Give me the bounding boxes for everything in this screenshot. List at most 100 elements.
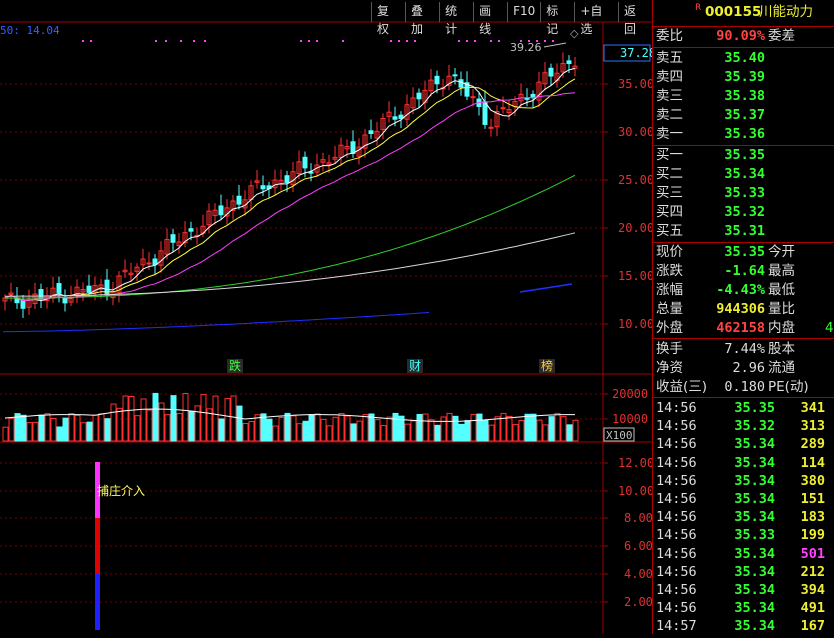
toolbar-overlay-button[interactable]: 叠加 xyxy=(405,2,439,36)
volume-bar xyxy=(332,416,339,442)
tick-price: 35.34 xyxy=(734,436,775,453)
current-price-tag: 37.28 xyxy=(620,46,652,60)
tick-row: 14:57 35.34 167 xyxy=(653,617,834,634)
volume-bar xyxy=(386,416,393,442)
stat2-value: 7.44% xyxy=(724,341,765,357)
volume-bar xyxy=(266,418,273,442)
volume-bar xyxy=(314,413,321,442)
toolbar-mark-button[interactable]: 标记 xyxy=(540,2,574,36)
price-axis-label: 30.00 xyxy=(618,125,652,139)
volume-bar xyxy=(572,419,579,442)
tick-price: 35.33 xyxy=(734,527,775,544)
volume-bar xyxy=(122,395,129,442)
volume-bar xyxy=(182,392,189,442)
volume-bar xyxy=(392,412,399,442)
kline-chart[interactable]: 35.00 30.00 25.00 20.00 15.00 10.00 2000… xyxy=(0,0,656,634)
toolbar-watchlist-button[interactable]: +自选 xyxy=(574,2,618,36)
candle-body xyxy=(302,156,308,169)
bid-price: 35.32 xyxy=(724,204,765,220)
volume-bar xyxy=(464,420,471,442)
volume-bar xyxy=(542,424,549,442)
tick-row: 14:56 35.33 199 xyxy=(653,526,834,545)
bid-price: 35.31 xyxy=(724,223,765,239)
volume-bar xyxy=(410,420,417,442)
tick-volume: 501 xyxy=(800,545,825,562)
stat2-value: 0.180 xyxy=(724,379,765,395)
volume-bar xyxy=(302,420,309,442)
candle-body xyxy=(218,205,224,216)
ask-label: 卖二 xyxy=(656,107,683,123)
stat-label2: 内盘 xyxy=(768,320,795,336)
event-marker: 跌 xyxy=(229,358,241,373)
candle-body xyxy=(434,75,440,85)
event-marker: 榜 xyxy=(541,358,553,373)
price-axis-label: 35.00 xyxy=(618,77,652,91)
ma250-line xyxy=(2,312,430,333)
toolbar-fuquan-button[interactable]: 复权 xyxy=(371,2,405,36)
volume-bar xyxy=(428,419,435,442)
kline-chart-area[interactable]: 35.00 30.00 25.00 20.00 15.00 10.00 2000… xyxy=(0,0,656,634)
ask-row: 卖一 35.36 xyxy=(653,125,834,144)
ma60-line xyxy=(5,174,576,299)
tick-volume: 167 xyxy=(800,618,825,634)
volume-bar xyxy=(116,407,123,442)
ask-label: 卖三 xyxy=(656,88,683,104)
weibi-row: 委比 90.09% 委差 xyxy=(653,27,834,46)
toolbar-f10-button[interactable]: F10 xyxy=(507,2,540,22)
stat2-label2: 流通 xyxy=(768,360,795,376)
tick-time: 14:56 xyxy=(656,582,697,598)
volume-bar xyxy=(440,416,447,442)
tick-time: 14:56 xyxy=(656,400,697,416)
tick-row: 14:56 35.34 491 xyxy=(653,599,834,618)
bid-price: 35.34 xyxy=(724,166,765,182)
indicator-bar-red xyxy=(95,518,100,574)
toolbar-stats-button[interactable]: 统计 xyxy=(439,2,473,36)
stat-label2: 最高 xyxy=(768,263,795,279)
volume-bar xyxy=(566,424,573,442)
ma250-line-tail xyxy=(519,283,573,293)
volume-bar xyxy=(242,422,249,442)
ask-label: 卖一 xyxy=(656,126,683,142)
candle-body xyxy=(188,228,194,232)
volume-bar xyxy=(404,423,411,442)
indicator-axis-label: 10.00 xyxy=(618,484,652,498)
toolbar-back-button[interactable]: 返回 xyxy=(617,2,652,36)
tick-volume: 289 xyxy=(800,436,825,453)
volume-bar xyxy=(272,425,279,442)
bid-label: 买二 xyxy=(656,166,683,182)
volume-bar xyxy=(8,417,15,442)
candle-body xyxy=(566,60,572,65)
tick-price: 35.32 xyxy=(734,418,775,435)
ma-legend: 50: 14.04 xyxy=(0,24,60,37)
volume-bar xyxy=(140,398,147,442)
volume-bar xyxy=(422,413,429,442)
volume-bar xyxy=(434,424,441,442)
volume-bar xyxy=(200,394,207,442)
volume-bar xyxy=(104,418,111,442)
bid-row: 买二 35.34 xyxy=(653,165,834,184)
price-axis-label: 10.00 xyxy=(618,317,652,331)
stat-value: 462158 xyxy=(716,320,765,336)
tick-time: 14:56 xyxy=(656,563,697,580)
volume-bar xyxy=(512,424,519,442)
toolbar-draw-button[interactable]: 画线 xyxy=(473,2,507,36)
ma20-line xyxy=(4,92,576,302)
candle-body xyxy=(260,185,266,190)
ask-label: 卖五 xyxy=(656,50,683,66)
tick-price: 35.34 xyxy=(734,545,775,562)
tick-row: 14:56 35.34 114 xyxy=(653,454,834,473)
ask-price: 35.38 xyxy=(724,88,765,104)
stock-flag: R xyxy=(695,3,702,13)
stat2-label: 收益(三) xyxy=(656,379,708,395)
candle-body xyxy=(548,67,554,77)
stock-name: 川能动力 xyxy=(759,4,813,20)
volume-bar xyxy=(98,413,105,442)
price-axis-label: 15.00 xyxy=(618,269,652,283)
ask-price: 35.36 xyxy=(724,126,765,142)
stat-label: 涨幅 xyxy=(656,282,683,298)
volume-axis-label: 20000 xyxy=(612,387,648,401)
volume-bar xyxy=(146,409,153,442)
tick-time: 14:56 xyxy=(656,600,697,617)
tick-price: 35.34 xyxy=(734,454,775,471)
candle-body xyxy=(398,114,404,119)
